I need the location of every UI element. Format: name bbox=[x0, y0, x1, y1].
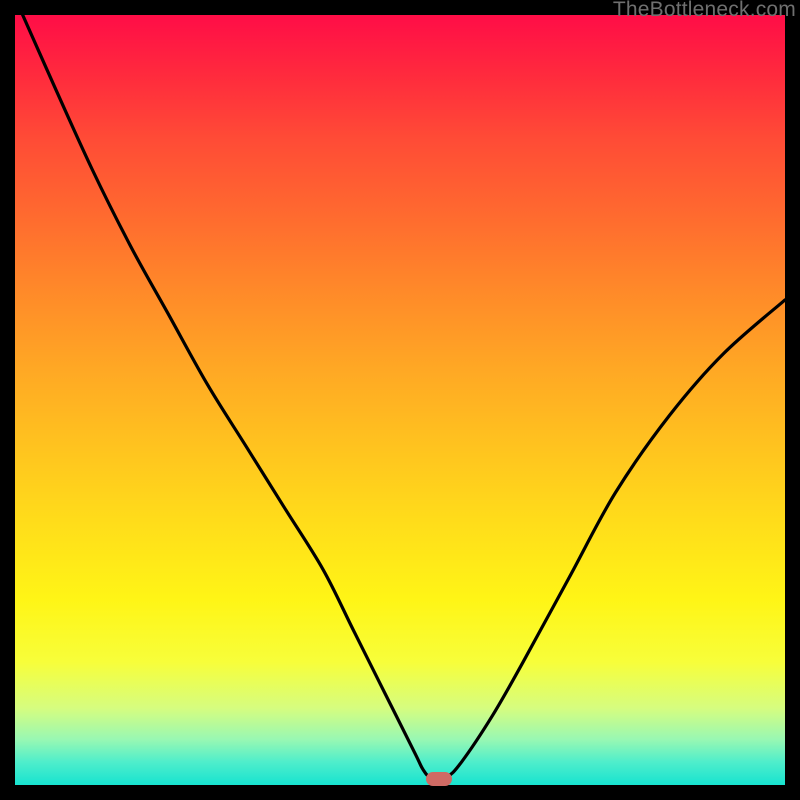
curve-path bbox=[23, 15, 785, 779]
bottleneck-curve bbox=[15, 15, 785, 785]
chart-frame: TheBottleneck.com bbox=[0, 0, 800, 800]
plot-area bbox=[15, 15, 785, 785]
optimal-point-marker bbox=[426, 772, 452, 786]
watermark-text: TheBottleneck.com bbox=[613, 0, 796, 22]
